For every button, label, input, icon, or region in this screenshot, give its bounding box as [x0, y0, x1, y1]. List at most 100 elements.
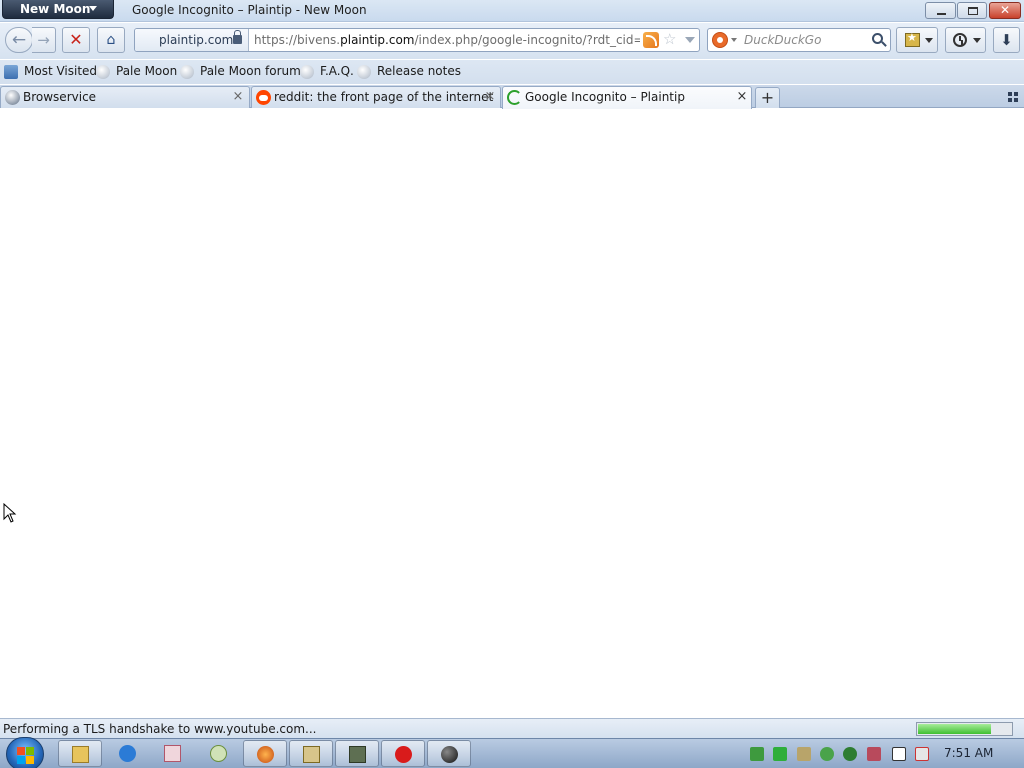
bookmark-label: Pale Moon forum [200, 64, 301, 78]
tray-books-icon[interactable] [797, 747, 811, 761]
globe-icon [5, 90, 20, 105]
tab-title: Google Incognito – Plaintip [525, 90, 685, 104]
tab-title: Browservice [23, 90, 97, 104]
internet-explorer-icon [119, 745, 136, 762]
bookmarks-menu-button[interactable] [896, 27, 938, 53]
app-icon [164, 745, 181, 762]
taskbar-app-4[interactable] [197, 740, 241, 767]
chevron-down-icon [973, 38, 981, 43]
loading-spinner-icon [507, 90, 522, 105]
folder-icon [72, 746, 89, 763]
taskbar-opera[interactable] [381, 740, 425, 767]
taskbar-app-9[interactable] [427, 740, 471, 767]
taskbar-explorer[interactable] [58, 740, 102, 767]
tray-recycle-icon[interactable] [750, 747, 764, 761]
stop-icon: ✕ [69, 30, 83, 49]
url-prefix: https://bivens. [254, 33, 341, 47]
lock-icon [233, 30, 242, 44]
windows-logo-icon [17, 747, 25, 755]
url-bar[interactable]: plaintip.com https://bivens.plaintip.com… [134, 28, 700, 52]
globe-icon [357, 65, 371, 79]
close-icon: ✕ [999, 3, 1011, 17]
new-tab-button[interactable]: + [755, 87, 780, 108]
app-menu-label: New Moon [20, 2, 91, 16]
status-bar: Performing a TLS handshake to www.youtub… [0, 718, 1024, 738]
tray-volume-muted-icon[interactable] [915, 747, 929, 761]
url-history-dropdown-icon[interactable] [685, 37, 695, 43]
globe-icon [96, 65, 110, 79]
bird-icon [210, 745, 227, 762]
chevron-down-icon [925, 38, 933, 43]
terminal-icon [349, 746, 366, 763]
rss-feed-icon[interactable] [643, 32, 659, 48]
forward-button[interactable]: → [32, 27, 56, 53]
taskbar-app-6[interactable] [289, 740, 333, 767]
list-all-tabs-icon[interactable] [1008, 92, 1018, 102]
back-arrow-icon: ← [11, 30, 27, 50]
bookmark-label: Most Visited [24, 64, 98, 78]
minimize-icon [937, 13, 946, 15]
taskbar-internet-explorer[interactable] [106, 740, 150, 767]
taskbar-app-7[interactable] [335, 740, 379, 767]
ball-icon [441, 746, 458, 763]
bookmark-star-icon[interactable]: ☆ [663, 30, 676, 48]
plus-icon: + [760, 88, 775, 107]
taskbar-app-3[interactable] [151, 740, 195, 767]
clock-icon [953, 33, 967, 47]
site-identity-label: plaintip.com [159, 33, 234, 47]
start-button[interactable] [6, 737, 44, 768]
tray-check-icon[interactable] [820, 747, 834, 761]
taskbar-clock[interactable]: 7:51 AM [944, 746, 993, 760]
search-input[interactable]: DuckDuckGo [744, 33, 821, 47]
search-icon[interactable] [872, 33, 883, 44]
url-text[interactable]: https://bivens.plaintip.com/index.php/go… [254, 33, 640, 47]
globe-icon [300, 65, 314, 79]
tray-app-icon[interactable] [867, 747, 881, 761]
back-button[interactable]: ← [5, 27, 33, 53]
title-bar: New Moon Google Incognito – Plaintip - N… [0, 0, 1024, 22]
close-tab-icon[interactable]: × [483, 89, 497, 104]
restore-icon [968, 7, 978, 15]
close-tab-icon[interactable]: × [735, 89, 749, 104]
history-button[interactable] [945, 27, 986, 53]
most-visited-icon [4, 65, 18, 79]
tray-network-icon[interactable] [892, 747, 906, 761]
bookmark-label: F.A.Q. [320, 64, 354, 78]
tray-play-icon[interactable] [843, 747, 857, 761]
bookmark-label: Release notes [377, 64, 461, 78]
duckduckgo-icon[interactable] [712, 32, 728, 48]
browser-window: New Moon Google Incognito – Plaintip - N… [0, 0, 1024, 768]
tab-strip: Browservice × reddit: the front page of … [0, 85, 1024, 109]
site-identity-button[interactable]: plaintip.com [135, 29, 249, 51]
page-content[interactable] [0, 109, 1024, 718]
globe-icon [180, 65, 194, 79]
progress-fill [918, 724, 991, 734]
home-icon: ⌂ [106, 32, 116, 48]
search-bar[interactable]: DuckDuckGo [707, 28, 891, 52]
bookmark-label: Pale Moon [116, 64, 178, 78]
chevron-down-icon [89, 6, 97, 11]
url-suffix: /index.php/google-incognito/?rdt_cid=443… [414, 33, 640, 47]
close-window-button[interactable]: ✕ [989, 2, 1021, 19]
close-tab-icon[interactable]: × [231, 89, 245, 104]
loading-progress-bar [916, 722, 1013, 736]
books-icon [303, 746, 320, 763]
opera-icon [395, 746, 412, 763]
search-engine-dropdown-icon[interactable] [731, 38, 737, 42]
stop-button[interactable]: ✕ [62, 27, 90, 53]
app-menu-button[interactable]: New Moon [2, 0, 114, 19]
browser-icon [257, 746, 274, 763]
maximize-button[interactable] [957, 2, 987, 19]
tray-green-icon[interactable] [773, 747, 787, 761]
forward-arrow-icon: → [37, 31, 50, 49]
tab-browservice[interactable]: Browservice × [0, 86, 250, 108]
tab-reddit[interactable]: reddit: the front page of the internet × [251, 86, 501, 108]
home-button[interactable]: ⌂ [97, 27, 125, 53]
downloads-button[interactable]: ⬇ [993, 27, 1020, 53]
tab-google-incognito[interactable]: Google Incognito – Plaintip × [502, 86, 752, 109]
reddit-icon [256, 90, 271, 105]
url-domain: plaintip.com [340, 33, 415, 47]
minimize-button[interactable] [925, 2, 956, 19]
taskbar-browser[interactable] [243, 740, 287, 767]
tab-title: reddit: the front page of the internet [274, 90, 494, 104]
